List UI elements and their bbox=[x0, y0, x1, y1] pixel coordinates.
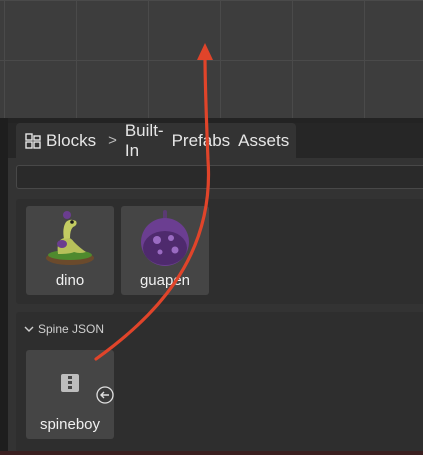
block-card-guapen[interactable]: guapen bbox=[121, 206, 209, 295]
panel-bottom-edge bbox=[0, 451, 423, 455]
spine-file-icon bbox=[40, 352, 100, 414]
scene-viewport-grid[interactable] bbox=[0, 0, 423, 120]
drag-arrow-left-icon bbox=[96, 386, 114, 404]
editor-window: Blocks > Built-In Prefabs Assets dino gu… bbox=[0, 0, 423, 455]
tab-prefabs[interactable]: Prefabs bbox=[172, 131, 231, 151]
tab-blocks-label: Blocks bbox=[46, 130, 97, 150]
breadcrumb-separator: > bbox=[108, 132, 117, 149]
block-card-dino[interactable]: dino bbox=[26, 206, 114, 295]
section-spine-json: Spine JSON spineboy bbox=[16, 312, 423, 452]
dino-icon bbox=[40, 208, 100, 270]
tab-builtin[interactable]: Built-In bbox=[125, 121, 164, 161]
panel-left-border bbox=[0, 118, 8, 455]
blocks-icon bbox=[24, 132, 42, 150]
asset-card-label: spineboy bbox=[39, 416, 101, 433]
search-input[interactable] bbox=[16, 165, 423, 189]
section-header[interactable]: Spine JSON bbox=[24, 322, 104, 336]
blocks-grid: dino guapen bbox=[16, 199, 423, 304]
tab-blocks[interactable]: Blocks > Built-In Prefabs Assets bbox=[16, 121, 296, 161]
chevron-down-icon bbox=[24, 324, 34, 334]
tab-assets[interactable]: Assets bbox=[238, 131, 289, 151]
panel-tabbar: Blocks > Built-In Prefabs Assets bbox=[8, 121, 423, 161]
block-card-label: guapen bbox=[139, 272, 191, 289]
guapen-icon bbox=[135, 208, 195, 270]
section-title: Spine JSON bbox=[38, 322, 105, 336]
block-card-label: dino bbox=[55, 272, 85, 289]
